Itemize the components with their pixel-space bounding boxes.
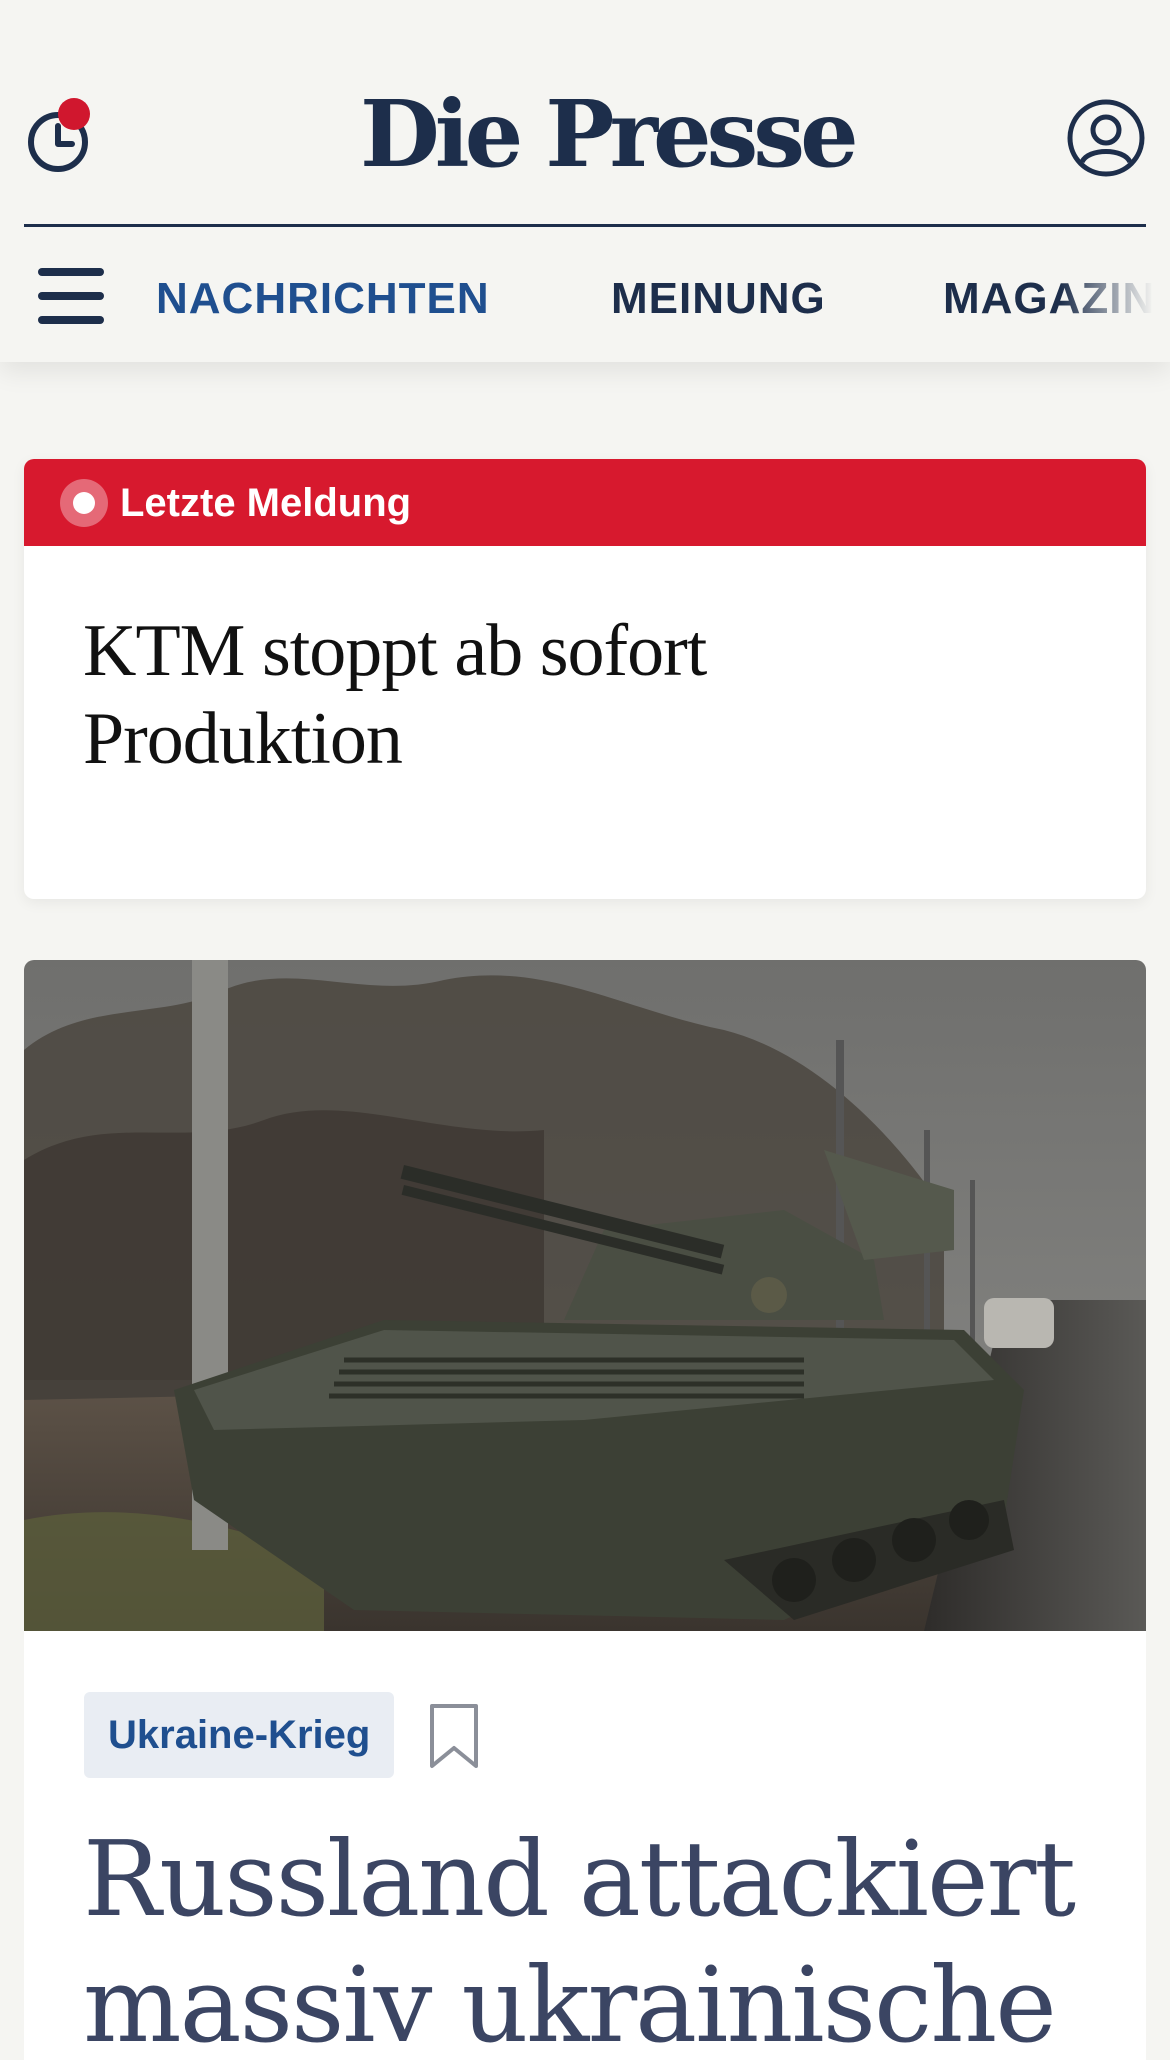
breaking-news-label: Letzte Meldung xyxy=(120,481,412,525)
lead-article-headline[interactable]: Russland attackiert massiv ukrainische xyxy=(83,1816,1103,2060)
breaking-news-headline[interactable]: KTM stoppt ab sofort Produktion xyxy=(83,607,783,783)
user-icon xyxy=(1067,99,1145,177)
header-divider xyxy=(24,224,1146,227)
live-indicator-icon xyxy=(60,479,108,527)
breaking-news-card[interactable]: Letzte Meldung KTM stoppt ab sofort Prod… xyxy=(24,459,1146,899)
menu-button[interactable] xyxy=(38,268,106,324)
nav-scroll-fade xyxy=(1060,250,1170,350)
hamburger-icon xyxy=(38,268,104,276)
breaking-news-bar: Letzte Meldung xyxy=(24,459,1146,546)
article-hero-image[interactable] xyxy=(24,960,1146,1631)
site-logo[interactable]: Die Presse xyxy=(360,74,859,194)
notification-dot xyxy=(58,98,90,130)
lead-article-card[interactable]: Ukraine-Krieg Russland attackiert massiv… xyxy=(24,960,1146,2060)
reading-history-button[interactable] xyxy=(26,96,98,176)
bookmark-button[interactable] xyxy=(426,1702,482,1772)
section-nav: NACHRICHTEN MEINUNG MAGAZIN xyxy=(0,250,1170,350)
topic-tag[interactable]: Ukraine-Krieg xyxy=(84,1692,395,1778)
tab-nachrichten[interactable]: NACHRICHTEN xyxy=(156,274,490,324)
tank-photo xyxy=(24,960,1146,1631)
bookmark-icon xyxy=(430,1704,478,1768)
site-header: Die Presse NACHRICHTEN MEINUNG MAGAZIN xyxy=(0,0,1170,362)
profile-button[interactable] xyxy=(1066,98,1146,178)
tab-meinung[interactable]: MEINUNG xyxy=(611,274,826,324)
